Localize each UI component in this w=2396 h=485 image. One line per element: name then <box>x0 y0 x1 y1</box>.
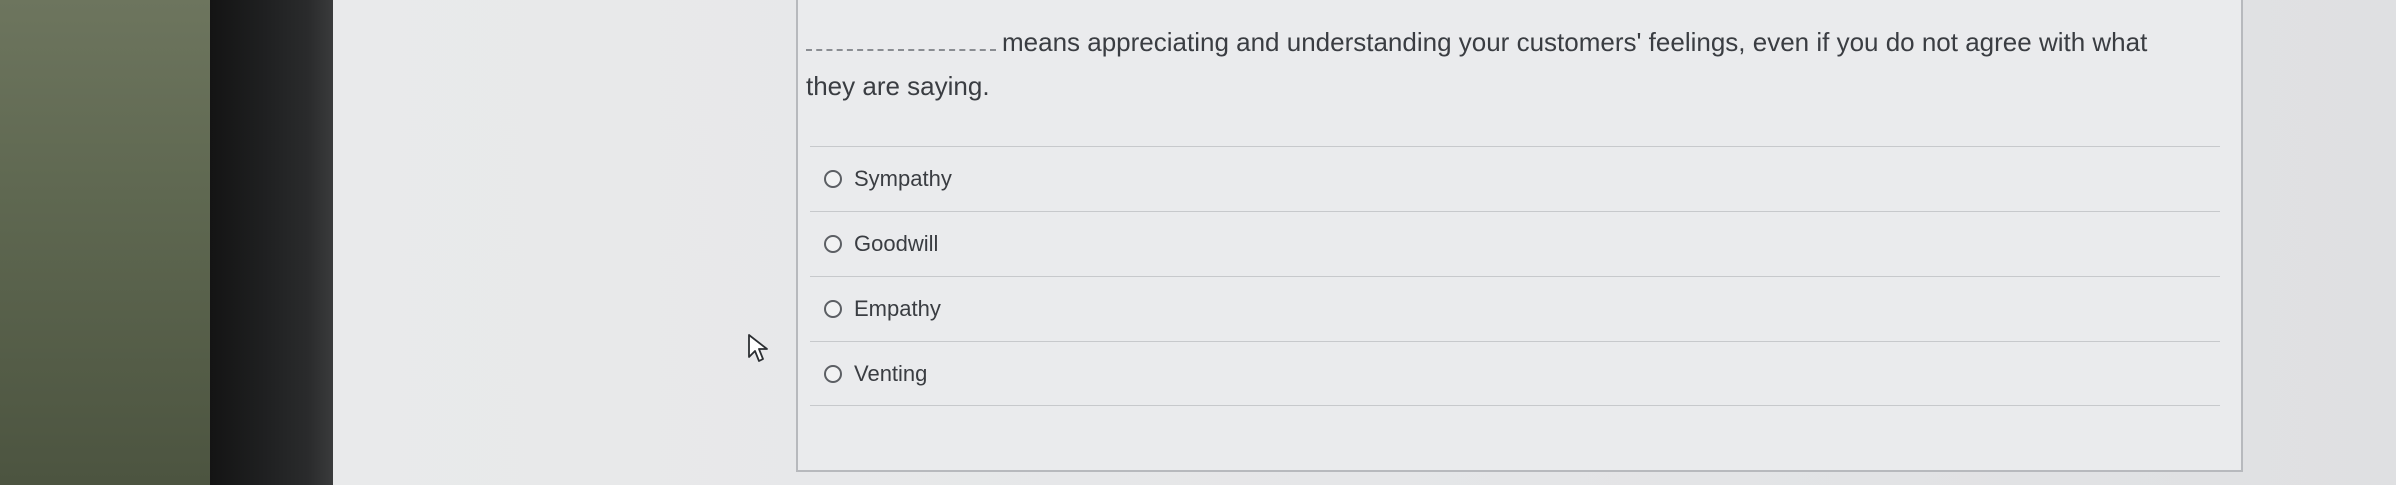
question-card: means appreciating and understanding you… <box>796 0 2243 472</box>
radio-button-empathy[interactable] <box>824 300 842 318</box>
option-label: Venting <box>854 360 928 386</box>
option-label: Goodwill <box>854 231 939 256</box>
answer-options: Sympathy Goodwill Empathy Venting <box>810 146 2220 406</box>
question-text: means appreciating and understanding you… <box>806 27 2148 101</box>
option-empathy[interactable]: Empathy <box>810 276 2220 341</box>
fill-in-blank <box>806 25 996 51</box>
option-venting[interactable]: Venting <box>810 341 2220 406</box>
option-label: Empathy <box>854 296 941 321</box>
screen: means appreciating and understanding you… <box>333 0 2396 485</box>
mouse-pointer-icon <box>748 334 768 362</box>
option-label: Sympathy <box>854 166 952 191</box>
option-sympathy[interactable]: Sympathy <box>810 146 2220 211</box>
question-prompt: means appreciating and understanding you… <box>806 20 2186 108</box>
option-goodwill[interactable]: Goodwill <box>810 211 2220 276</box>
radio-button-venting[interactable] <box>824 364 842 383</box>
monitor-bezel <box>210 0 333 485</box>
radio-button-goodwill[interactable] <box>824 235 842 253</box>
radio-button-sympathy[interactable] <box>824 170 842 188</box>
